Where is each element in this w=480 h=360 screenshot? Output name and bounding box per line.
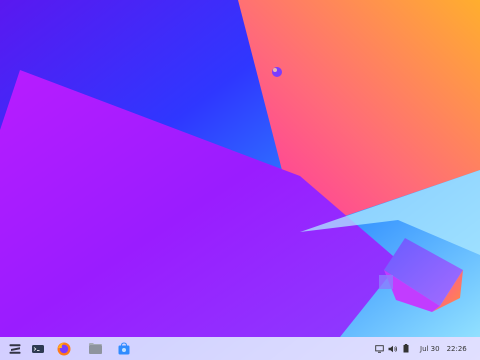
terminal-icon — [32, 344, 44, 353]
wallpaper-small-cube — [379, 275, 393, 289]
zorin-menu-icon — [9, 343, 21, 354]
software-store-icon — [118, 341, 130, 354]
software-store-button[interactable] — [114, 339, 134, 358]
clock[interactable]: Jul 30 22:26 — [420, 341, 467, 356]
firefox-icon — [57, 342, 71, 355]
taskbar: Jul 30 22:26 — [0, 337, 480, 360]
battery-indicator[interactable] — [401, 341, 411, 356]
volume-indicator[interactable] — [387, 341, 399, 356]
clock-time: 22:26 — [446, 344, 467, 353]
battery-icon — [403, 344, 409, 353]
terminal-button[interactable] — [28, 339, 48, 358]
display-icon — [374, 344, 384, 353]
wallpaper-small-sphere — [272, 67, 282, 77]
files-icon — [88, 342, 102, 354]
wallpaper — [0, 0, 480, 360]
clock-date: Jul 30 — [420, 344, 440, 353]
display-indicator[interactable] — [373, 341, 385, 356]
volume-icon — [388, 345, 397, 352]
desktop[interactable]: Jul 30 22:26 — [0, 0, 480, 360]
firefox-button[interactable] — [54, 339, 74, 358]
zorin-menu-button[interactable] — [5, 339, 25, 358]
files-button[interactable] — [85, 339, 105, 358]
